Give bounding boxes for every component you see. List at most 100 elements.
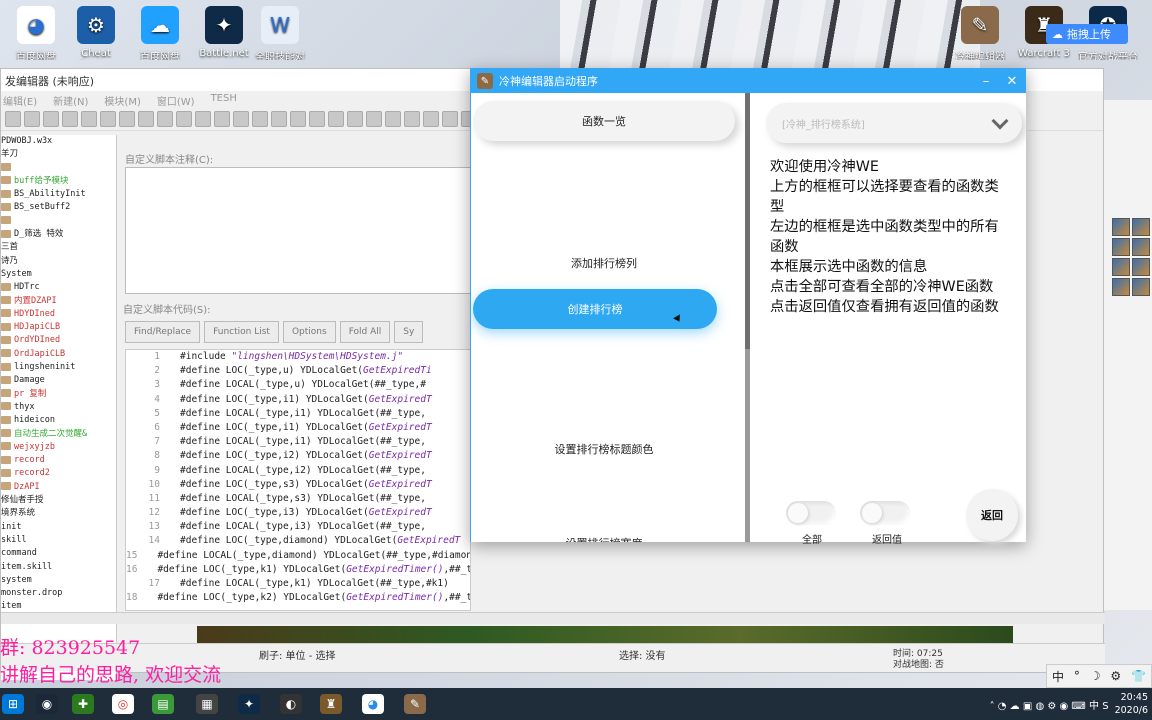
tree-item[interactable]: record2	[1, 467, 116, 480]
tree-item[interactable]: buff给予模块	[1, 175, 116, 188]
battlenet-icon[interactable]: ✦	[238, 694, 260, 714]
tree-item[interactable]: HDJapiCLB	[1, 321, 116, 334]
toggle-return-value[interactable]	[860, 501, 910, 525]
ime-button[interactable]: ☽	[1090, 669, 1101, 683]
tree-item[interactable]: 自动生成二次觉醒&	[1, 428, 116, 441]
hero-icon[interactable]	[1132, 258, 1150, 276]
tray-icons[interactable]: ˄ ◔ ☁ ▣ ◍ ⚙ ◉ ⌨ 中 S	[990, 697, 1109, 712]
baidu-netdisk-icon[interactable]: ◕	[362, 694, 384, 714]
tree-item[interactable]: pr 复制	[1, 388, 116, 401]
function-button[interactable]: 设置排行榜标题颜色	[473, 429, 735, 469]
toolbar-icon[interactable]	[252, 111, 268, 127]
desktop-icon[interactable]: ✎ 冷神编辑器	[950, 4, 1010, 60]
desktop-icon[interactable]: ⚙ Cheat Engine	[66, 4, 126, 60]
warcraft-icon[interactable]: ♜	[320, 694, 342, 714]
tree-item[interactable]: 诗乃	[1, 255, 116, 268]
tree-item[interactable]: BS_setBuff2	[1, 201, 116, 214]
toolbar-icon[interactable]	[43, 111, 59, 127]
tree-item[interactable]: thyx	[1, 401, 116, 414]
toolbar-icon[interactable]	[176, 111, 192, 127]
hero-icon[interactable]	[1132, 218, 1150, 236]
ime-button[interactable]: °	[1074, 669, 1080, 683]
code-tool-button[interactable]: Function List	[204, 321, 279, 343]
editor-menu-item[interactable]: 模块(M)	[104, 93, 140, 108]
toolbar-icon[interactable]	[385, 111, 401, 127]
tree-item[interactable]: OrdJapiCLB	[1, 348, 116, 361]
toolbar-icon[interactable]	[404, 111, 420, 127]
toolbar-icon[interactable]	[100, 111, 116, 127]
hero-icon[interactable]	[1132, 238, 1150, 256]
toolbar-icon[interactable]	[328, 111, 344, 127]
code-tool-button[interactable]: Find/Replace	[125, 321, 201, 343]
toolbar-icon[interactable]	[62, 111, 78, 127]
horizontal-scrollbar[interactable]	[1, 612, 1105, 624]
hero-icon[interactable]	[1112, 258, 1130, 276]
toolbar-icon[interactable]	[271, 111, 287, 127]
desktop-icon[interactable]: ◕ 百度网盘	[6, 4, 66, 60]
toolbar-icon[interactable]	[81, 111, 97, 127]
hero-icon[interactable]	[1112, 238, 1130, 256]
back-button[interactable]: 返回	[966, 489, 1018, 541]
trigger-tree[interactable]: PDWOBJ.w3x 羊刀 buff给予模块 BS_AbilityInit BS_set…	[1, 135, 117, 680]
tree-item[interactable]: 内置DZAPI	[1, 295, 116, 308]
toolbar-icon[interactable]	[5, 111, 21, 127]
function-type-select[interactable]: [冷神_排行榜系统]	[766, 103, 1022, 143]
obs-icon[interactable]: ◐	[280, 694, 302, 714]
tree-item[interactable]: record	[1, 454, 116, 467]
comment-box[interactable]	[125, 167, 475, 294]
tree-item[interactable]	[1, 162, 116, 175]
toolbar-icon[interactable]	[290, 111, 306, 127]
tree-item[interactable]: 修仙者手授	[1, 494, 116, 507]
toolbar-icon[interactable]	[195, 111, 211, 127]
desktop-icon[interactable]: W 全职技能对照...	[250, 4, 310, 60]
map-editor-icon[interactable]: ▤	[152, 694, 174, 714]
tree-item[interactable]: 三首	[1, 241, 116, 254]
desktop-icon[interactable]: ✦ Battle.net Launcher	[194, 4, 254, 60]
tree-item[interactable]: 羊刀	[1, 148, 116, 161]
toolbar-icon[interactable]	[138, 111, 154, 127]
tree-item[interactable]: 境界系统	[1, 507, 116, 520]
toolbar-icon[interactable]	[119, 111, 135, 127]
tree-item[interactable]: OrdYDIned	[1, 334, 116, 347]
toolbar-icon[interactable]	[233, 111, 249, 127]
tree-item[interactable]: System	[1, 268, 116, 281]
tree-item[interactable]: Damage	[1, 374, 116, 387]
tree-item[interactable]: HDYDIned	[1, 308, 116, 321]
editor-menu-item[interactable]: TESH	[211, 93, 237, 107]
hero-icon[interactable]	[1112, 278, 1130, 296]
start-button[interactable]: ⊞	[2, 694, 24, 714]
code-editor[interactable]: 1 #include "lingshen\HDSystem\HDSystem.j"…	[125, 349, 471, 611]
game-icon[interactable]: ✚	[72, 694, 94, 714]
tree-item[interactable]: lingsheninit	[1, 361, 116, 374]
clock[interactable]: 20:45 2020/6	[1115, 691, 1148, 717]
ime-button[interactable]: ⚙	[1110, 669, 1121, 683]
toolbar-icon[interactable]	[366, 111, 382, 127]
tree-item[interactable]: BS_AbilityInit	[1, 188, 116, 201]
lengshen-editor-icon[interactable]: ✎	[404, 694, 426, 714]
code-tool-button[interactable]: Fold All	[339, 321, 391, 343]
tree-item[interactable]: HDTrc	[1, 281, 116, 294]
tree-item[interactable]: skill	[1, 534, 116, 547]
tree-item[interactable]: DzAPI	[1, 481, 116, 494]
toggle-all[interactable]	[786, 501, 836, 525]
toolbar-icon[interactable]	[423, 111, 439, 127]
editor-menu-item[interactable]: 窗口(W)	[157, 93, 195, 108]
close-button[interactable]: ✕	[999, 74, 1025, 89]
toolbar-icon[interactable]	[24, 111, 40, 127]
tree-item[interactable]	[1, 215, 116, 228]
ime-button[interactable]: 👕	[1131, 669, 1146, 683]
toolbar-icon[interactable]	[347, 111, 363, 127]
desktop-icon[interactable]: ☁ 百度网盘	[130, 4, 190, 60]
hero-icon[interactable]	[1132, 278, 1150, 296]
tree-item[interactable]: system	[1, 574, 116, 587]
hero-icon[interactable]	[1112, 218, 1130, 236]
toolbar-icon[interactable]	[157, 111, 173, 127]
tree-item[interactable]: init	[1, 521, 116, 534]
tree-item[interactable]: command	[1, 547, 116, 560]
code-tool-button[interactable]: Options	[282, 321, 336, 343]
toolbar-icon[interactable]	[214, 111, 230, 127]
tree-item[interactable]: item.skill	[1, 561, 116, 574]
toolbar-icon[interactable]	[309, 111, 325, 127]
ime-button[interactable]: 中	[1052, 668, 1064, 685]
chrome-icon[interactable]: ◎	[112, 694, 134, 714]
